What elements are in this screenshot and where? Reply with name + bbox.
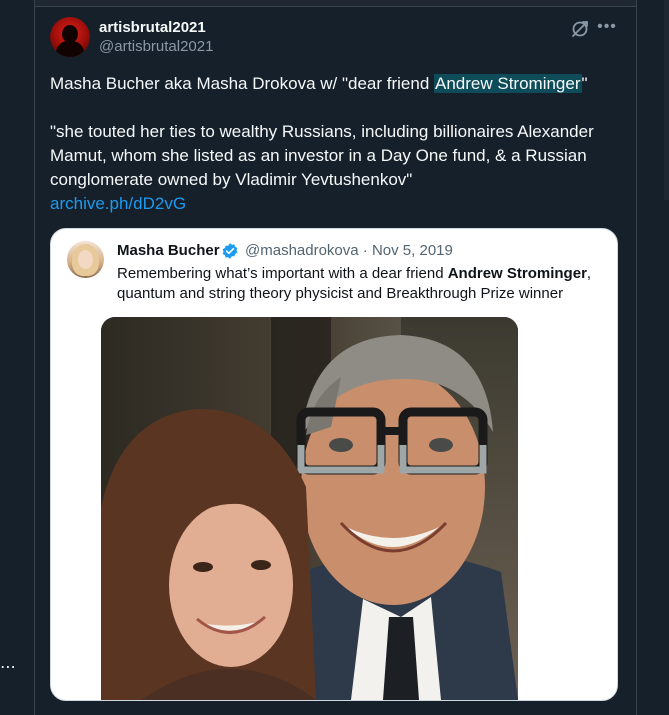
author-avatar[interactable] [50, 17, 90, 57]
quoted-tweet-text: Remembering what’s important with a dear… [117, 265, 592, 302]
photo-illustration [101, 317, 518, 700]
tweet-text-suffix: " [581, 74, 588, 93]
page: ⋯ artisbrutal2021 @artisbrutal2021 ••• M… [0, 0, 669, 715]
previous-tweet-edge [35, 0, 636, 7]
tweet-text-line1: Masha Bucher aka Masha Drokova w/ "dear … [50, 72, 630, 96]
quoted-author-avatar[interactable] [67, 241, 104, 278]
tweet[interactable]: artisbrutal2021 @artisbrutal2021 ••• Mas… [35, 0, 636, 715]
selfie-photo[interactable] [101, 317, 518, 700]
highlighted-name: Andrew Strominger [434, 74, 582, 93]
tweet-text-prefix: Masha Bucher aka Masha Drokova w/ "dear … [50, 74, 434, 93]
quoted-author-name[interactable]: Masha Bucher [117, 242, 220, 260]
verified-badge-icon [222, 243, 238, 259]
author-handle[interactable]: @artisbrutal2021 [99, 38, 213, 56]
tweet-text-quote: "she touted her ties to wealthy Russians… [50, 122, 594, 189]
quoted-handle-and-date[interactable]: @mashadrokova · Nov 5, 2019 [245, 242, 453, 260]
left-sidebar-gutter: ⋯ [0, 0, 35, 715]
archive-link[interactable]: archive.ph/dD2vG [50, 192, 630, 216]
grok-icon[interactable] [570, 19, 590, 39]
quoted-tweet-card[interactable]: Masha Bucher @mashadrokova · Nov 5, 2019… [50, 228, 618, 701]
scrollbar[interactable] [664, 0, 669, 200]
more-options-icon[interactable]: ••• [596, 17, 618, 39]
author-display-name[interactable]: artisbrutal2021 [99, 19, 206, 37]
sidebar-more-icon[interactable]: ⋯ [0, 658, 16, 678]
